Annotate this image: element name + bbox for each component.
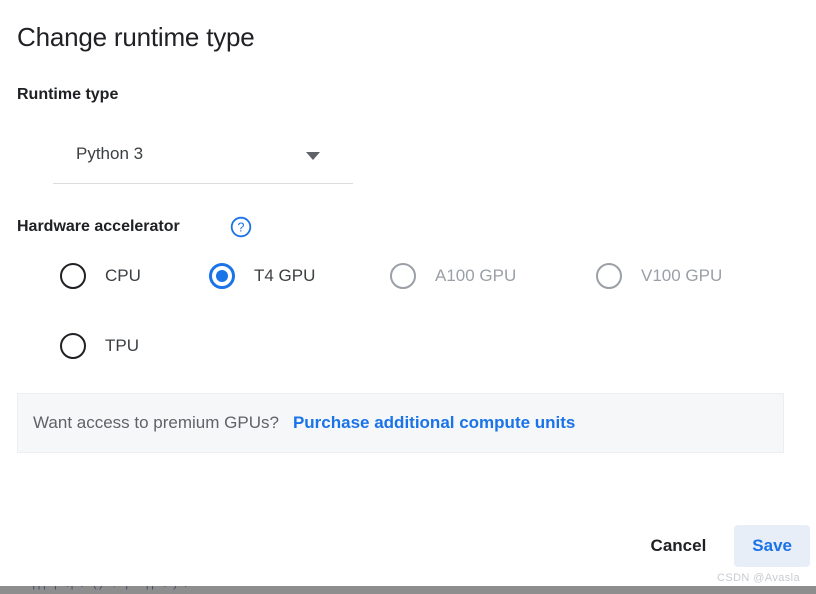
purchase-compute-units-link[interactable]: Purchase additional compute units [293,413,575,433]
runtime-type-selected-value: Python 3 [76,144,144,163]
radio-circle-a100-gpu [390,263,416,289]
watermark: CSDN @Avasla [716,572,800,584]
runtime-type-label: Runtime type [17,86,119,103]
premium-banner-text: Want access to premium GPUs? [33,413,279,432]
svg-text:?: ? [238,221,245,235]
premium-gpu-banner: Want access to premium GPUs? Purchase ad… [17,393,784,453]
radio-option-a100-gpu: A100 GPU [390,258,516,294]
cancel-button[interactable]: Cancel [633,525,725,567]
radio-option-t4-gpu[interactable]: T4 GPU [209,258,315,294]
radio-label-cpu: CPU [105,266,141,285]
chevron-down-icon [306,152,320,160]
radio-option-tpu[interactable]: TPU [60,328,139,364]
hardware-accelerator-label: Hardware accelerator [17,218,180,235]
radio-label-v100-gpu: V100 GPU [641,266,723,285]
bottom-clipped-strip: ||| | \| / () ↑ | ⌐|| \ ) / [0,586,816,594]
page-title: Change runtime type [17,22,255,52]
radio-label-tpu: TPU [105,336,139,355]
bottom-strip-text: ||| | \| / () ↑ | ⌐|| \ ) / [32,586,191,590]
help-circle-icon[interactable]: ? [230,216,252,238]
runtime-type-select[interactable]: Python 3 [53,133,353,189]
change-runtime-type-dialog: Change runtime type Runtime type Python … [0,0,816,594]
radio-label-t4-gpu: T4 GPU [254,266,316,285]
radio-option-v100-gpu: V100 GPU [596,258,722,294]
radio-option-cpu[interactable]: CPU [60,258,141,294]
radio-circle-tpu [60,333,86,359]
dialog-actions: Cancel Save [633,525,810,567]
radio-circle-t4-gpu [209,263,235,289]
select-underline [53,183,353,184]
save-button[interactable]: Save [734,525,810,567]
radio-label-a100-gpu: A100 GPU [435,266,517,285]
radio-circle-v100-gpu [596,263,622,289]
radio-circle-cpu [60,263,86,289]
